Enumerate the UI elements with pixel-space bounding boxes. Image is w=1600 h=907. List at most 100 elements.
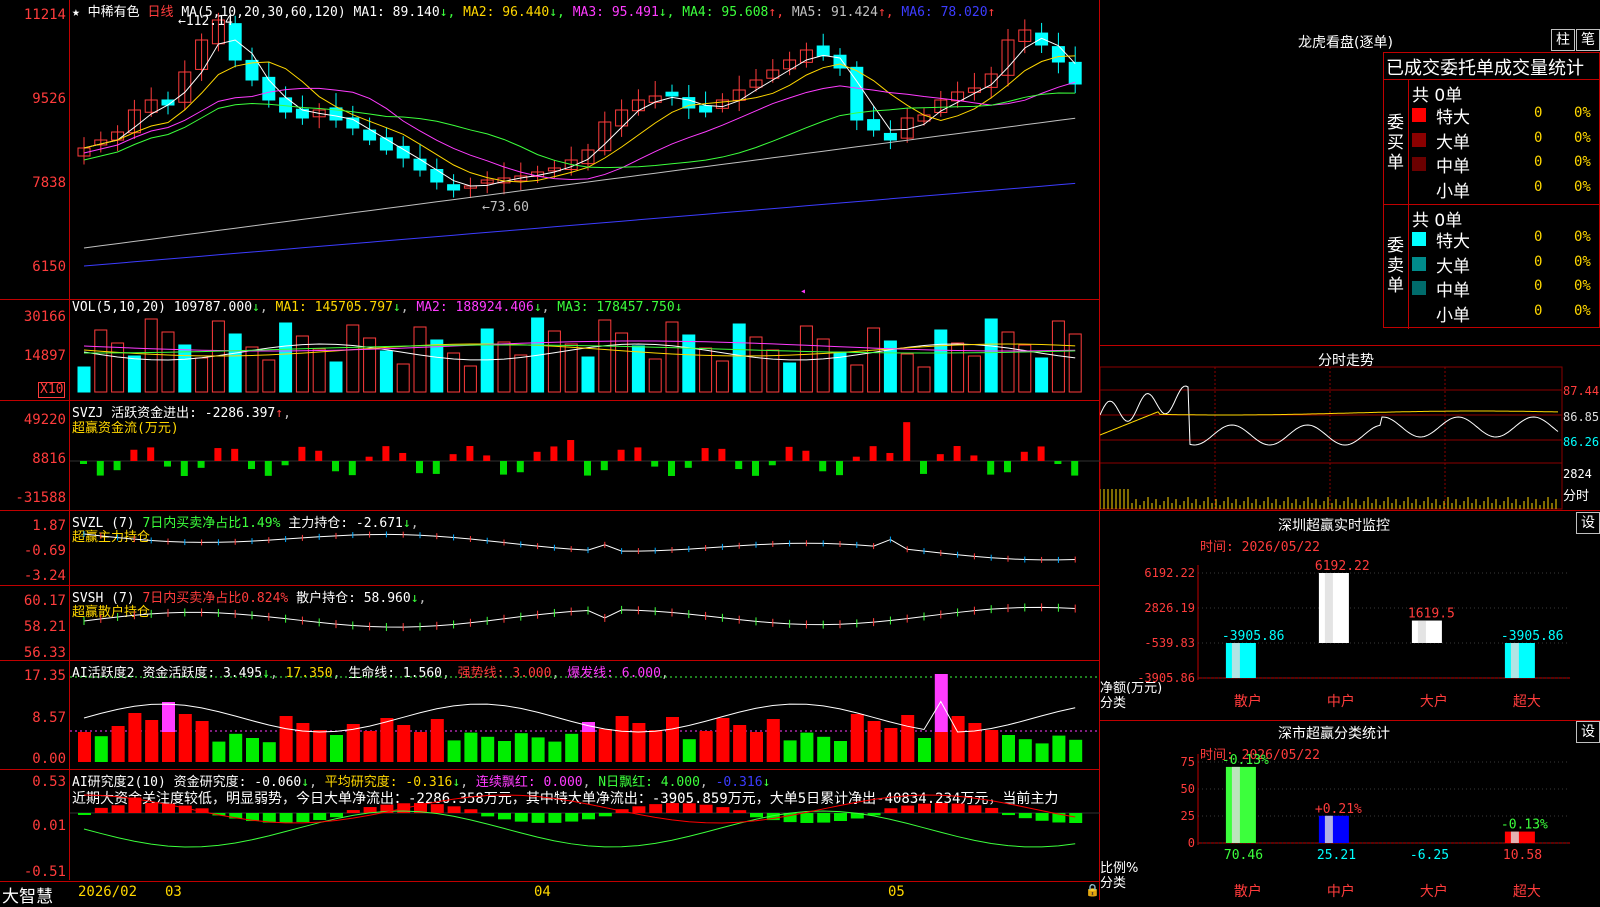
fund-flow-bar (1071, 461, 1079, 476)
order-percent: 0% (1574, 302, 1591, 319)
order-size-label: 大单 (1436, 256, 1470, 277)
x-tick-date: 03 (165, 884, 182, 900)
activity-bar-base (582, 732, 595, 762)
volume-bar (127, 355, 141, 393)
volume-bar (262, 359, 276, 393)
sz-monitor-chart[interactable]: 6192.22 2826.19 -539.83 -3905.86 -3905.86 散户 6… (1100, 510, 1600, 720)
category-bar-highlight (1510, 643, 1519, 678)
value-label: -3905.86 (1501, 629, 1564, 644)
order-percent: 0% (1574, 129, 1591, 146)
retail-line (83, 606, 1076, 628)
volume-bar (867, 327, 881, 393)
activity-bar (783, 740, 797, 762)
ai-activity-chart[interactable] (0, 660, 1100, 770)
volume-bar (413, 326, 427, 393)
sz-classify-chart[interactable]: 75 50 25 0 -0.13% 散户 +0.21% 中户 大户 -0.13% 超大 比例%分类 70… (1100, 720, 1600, 900)
bar-view-button[interactable]: 柱 (1551, 29, 1575, 51)
y-axis-title: 净额(万元) (1100, 681, 1162, 696)
mid-divider (1384, 204, 1600, 205)
candle-body (699, 105, 713, 113)
research-bar (800, 813, 814, 823)
volume-bar (228, 333, 242, 393)
research-bar (111, 805, 125, 813)
chart-area[interactable]: ★ 中稀有色 日线 MA(5,10,20,30,60,120) MA1: 89.… (0, 0, 1100, 907)
activity-bar (1018, 739, 1032, 762)
order-size-swatch (1412, 281, 1426, 295)
activity-bar (1035, 743, 1049, 762)
research-bar (565, 813, 579, 822)
lock-icon[interactable]: 🔒 (1085, 883, 1100, 897)
high-price-marker: ←112.14 (178, 14, 233, 29)
volume-bar (111, 342, 125, 393)
research-bar (598, 813, 612, 817)
ai-research-chart[interactable] (0, 769, 1100, 881)
research-bar (582, 813, 595, 820)
fund-flow-bar (231, 448, 239, 461)
fund-flow-bar (735, 461, 743, 470)
volume-chart[interactable] (0, 300, 1100, 400)
research-bar (968, 805, 982, 813)
volume-bar (463, 365, 477, 393)
fund-flow-bar (348, 461, 356, 476)
main-force-holding-chart[interactable] (0, 510, 1100, 585)
intraday-panel[interactable]: 分时走势 87.44 86.85 86.26 2824 分时 (1100, 345, 1600, 510)
research-bar (1069, 813, 1083, 823)
category-label: 中户 (1327, 693, 1355, 710)
y-tick-label: 25 (1181, 809, 1195, 823)
fund-flow-bar (651, 461, 659, 467)
activity-bar-base (649, 732, 663, 762)
fund-flow-bar (836, 461, 843, 476)
tick-view-button[interactable]: 笔 (1576, 29, 1600, 51)
fund-flow-bar (80, 461, 87, 464)
fund-flow-chart[interactable] (0, 400, 1100, 510)
activity-bar (229, 733, 243, 762)
activity-bar-base (598, 732, 612, 762)
fund-flow-bar (533, 451, 541, 461)
order-size-swatch (1412, 232, 1426, 246)
research-bar (279, 813, 293, 823)
dragon-tiger-panel: 龙虎看盘(逐单) 柱 笔 已成交委托单成交量统计 委买单 委卖单 共 0单 共 … (1100, 0, 1600, 345)
category-label: 散户 (1234, 883, 1262, 900)
fund-flow-bar (936, 454, 944, 461)
category-bar-highlight (1417, 620, 1426, 643)
fund-flow-bar (449, 454, 457, 461)
volume-bar (799, 325, 813, 393)
volume-bar (631, 345, 645, 393)
volume-bar (94, 329, 108, 393)
activity-bar-base (111, 732, 125, 762)
retail-holding-chart[interactable] (0, 585, 1100, 660)
volume-bar (195, 357, 209, 393)
volume-bar (699, 347, 713, 393)
volume-bar (665, 321, 679, 393)
activity-bar-base (128, 732, 142, 762)
research-bar (498, 813, 511, 820)
fund-flow-bar (214, 448, 222, 461)
fund-flow-bar (617, 449, 625, 461)
activity-bar-base (850, 732, 864, 762)
activity-bar (817, 736, 831, 762)
candlestick-chart[interactable]: ◂ (0, 0, 1100, 300)
category-label: 超大 (1513, 884, 1541, 900)
activity-bar-base (380, 732, 394, 762)
order-size-swatch (1412, 157, 1426, 171)
order-size-label: 特大 (1436, 108, 1470, 128)
activity-bar-base (750, 732, 763, 762)
category-label: 散户 (1234, 693, 1262, 710)
volume-bar (396, 363, 410, 393)
sz-monitor-panel: 深圳超赢实时监控 设 时间: 2026/05/22 6192.22 2826.19… (1100, 510, 1600, 720)
intraday-chart[interactable] (1100, 345, 1600, 510)
category-label: 中户 (1327, 883, 1355, 900)
fund-flow-bar (903, 422, 911, 461)
order-percent: 0% (1574, 154, 1591, 170)
ma5-line (83, 117, 1076, 249)
activity-bar-base (313, 732, 327, 762)
category-label: 大户 (1420, 883, 1448, 900)
volume-bar (245, 346, 259, 393)
ratio-value: 70.46 (1224, 848, 1263, 863)
fund-flow-bar (500, 461, 507, 475)
order-percent: 0% (1574, 253, 1591, 270)
volume-bar (732, 323, 746, 393)
main-force-line (83, 533, 1076, 561)
y-tick-label: 0 (1188, 836, 1195, 850)
volume-bar (850, 364, 864, 393)
